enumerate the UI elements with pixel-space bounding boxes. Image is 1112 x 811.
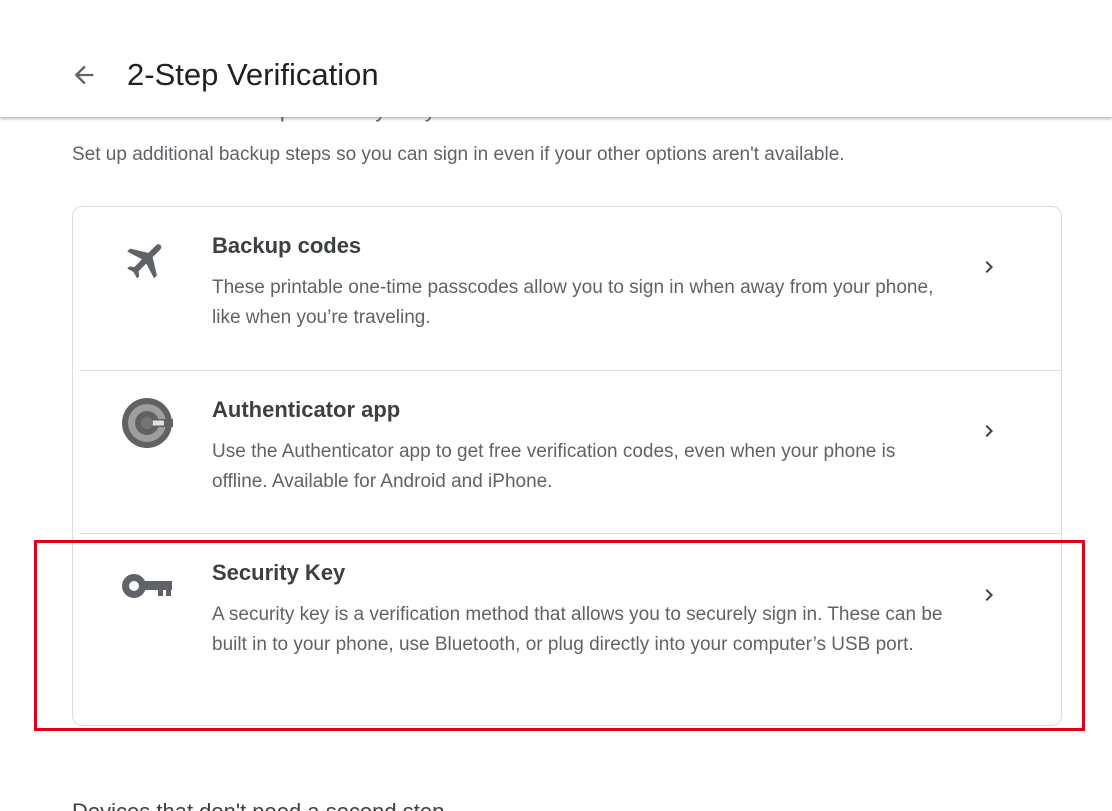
option-description: These printable one-time passcodes allow…	[212, 277, 934, 328]
top-app-bar: 2-Step Verification	[0, 0, 1112, 117]
option-security-key[interactable]: Security Key A security key is a verific…	[79, 534, 1061, 724]
arrow-left-icon	[74, 65, 94, 85]
page-title: 2-Step Verification	[127, 57, 379, 92]
page: Add more second steps to verify it's you…	[0, 0, 1112, 811]
chevron-right-icon	[977, 583, 1001, 607]
option-authenticator-app[interactable]: Authenticator app Use the Authenticator …	[79, 371, 1061, 534]
second-steps-card: Backup codes These printable one-time pa…	[72, 206, 1062, 726]
option-description: A security key is a verification method …	[212, 604, 943, 655]
chevron-right-icon	[977, 419, 1001, 443]
option-title: Backup codes	[212, 233, 362, 258]
airplane-icon	[119, 232, 175, 288]
authenticator-app-icon	[119, 395, 175, 451]
option-backup-codes[interactable]: Backup codes These printable one-time pa…	[79, 207, 1061, 371]
option-description: Use the Authenticator app to get free ve…	[212, 441, 896, 492]
chevron-right-icon	[977, 255, 1001, 279]
option-title: Security Key	[212, 560, 346, 585]
key-icon	[119, 558, 175, 614]
next-section-heading: Devices that don't need a second step	[72, 797, 444, 811]
option-title: Authenticator app	[212, 397, 401, 422]
back-button[interactable]	[64, 55, 104, 95]
section-description: Set up additional backup steps so you ca…	[72, 144, 845, 165]
